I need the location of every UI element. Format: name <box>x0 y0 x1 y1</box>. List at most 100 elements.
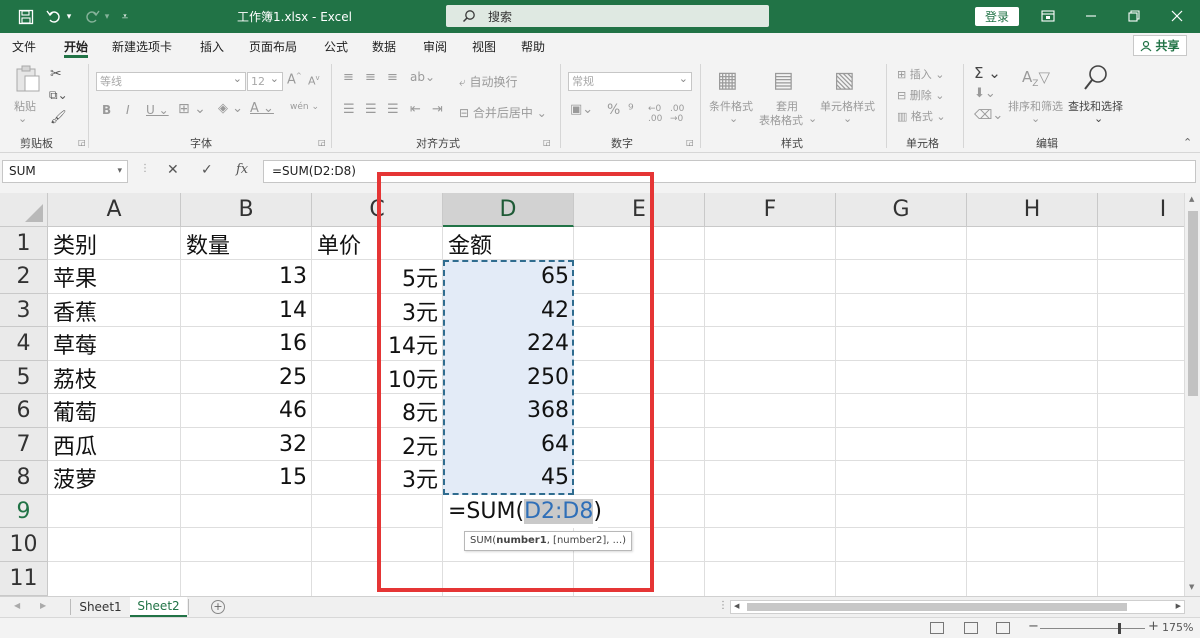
format-as-table-dropdown-icon[interactable]: ⌄ <box>808 112 817 125</box>
zoom-in-icon[interactable]: + <box>1148 619 1159 634</box>
align-middle-icon[interactable]: ≡ <box>365 70 376 85</box>
wrap-text-button[interactable]: ⤶ 自动换行 <box>459 73 518 90</box>
row-header-9[interactable]: 9 <box>0 495 48 528</box>
column-header-g[interactable]: G <box>836 193 967 227</box>
cell-a5[interactable]: 荔枝 <box>48 361 181 394</box>
select-all-button[interactable] <box>0 193 48 227</box>
tab-split-handle-icon[interactable]: ⋮ <box>718 600 728 611</box>
tab-view[interactable]: 视图 <box>472 38 496 55</box>
cell-styles-icon[interactable]: ▧ <box>834 68 855 93</box>
cell-a7[interactable]: 西瓜 <box>48 428 181 461</box>
shrink-font-icon[interactable]: Av <box>308 74 320 88</box>
phonetic-icon[interactable]: wén ⌄ <box>290 102 319 112</box>
conditional-formatting-dropdown-icon[interactable]: ⌄ <box>729 112 738 125</box>
cell-b4[interactable]: 16 <box>181 327 312 360</box>
tab-insert[interactable]: 插入 <box>200 38 224 55</box>
insert-function-icon[interactable]: fx <box>236 162 248 177</box>
ribbon-display-icon[interactable] <box>1033 5 1063 27</box>
cell-a4[interactable]: 草莓 <box>48 327 181 360</box>
decrease-indent-icon[interactable]: ⇤ <box>410 102 421 117</box>
find-select-icon[interactable] <box>1083 64 1109 95</box>
sort-filter-dropdown-icon[interactable]: ⌄ <box>1031 112 1040 125</box>
collapse-ribbon-icon[interactable]: ⌃ <box>1183 136 1192 149</box>
delete-cells-button[interactable]: ⊟ 删除 ⌄ <box>897 87 944 103</box>
column-header-i[interactable]: I <box>1098 193 1184 227</box>
cell-b1[interactable]: 数量 <box>181 227 312 260</box>
fill-color-icon[interactable]: ◈ ⌄ <box>218 101 243 116</box>
cut-icon[interactable]: ✂ <box>50 66 62 82</box>
row-header-10[interactable]: 10 <box>0 528 48 562</box>
align-center-icon[interactable]: ☰ <box>365 102 377 117</box>
cell-b7[interactable]: 32 <box>181 428 312 461</box>
format-cells-button[interactable]: ▥ 格式 ⌄ <box>897 108 946 124</box>
add-sheet-icon[interactable]: + <box>211 600 225 614</box>
cell-styles-dropdown-icon[interactable]: ⌄ <box>843 112 852 125</box>
copy-icon[interactable]: ⧉⌄ <box>49 88 68 103</box>
alignment-launcher-icon[interactable]: ◲ <box>543 138 551 147</box>
row-header-5[interactable]: 5 <box>0 361 48 394</box>
underline-icon[interactable]: U ⌄ <box>146 103 169 117</box>
scroll-left-icon[interactable]: ◀ <box>734 602 739 610</box>
prev-sheet-icon[interactable]: ◀ <box>14 601 20 610</box>
format-painter-icon[interactable]: 🖌 <box>50 110 67 125</box>
row-header-8[interactable]: 8 <box>0 461 48 495</box>
page-layout-view-icon[interactable] <box>964 622 978 634</box>
italic-icon[interactable]: I <box>126 103 130 117</box>
sort-filter-icon[interactable]: AZ▽ <box>1022 68 1050 89</box>
comma-style-icon[interactable]: ⁹ <box>628 102 634 118</box>
redo-dropdown-icon[interactable]: ▾ <box>102 6 112 28</box>
align-right-icon[interactable]: ☰ <box>387 102 399 117</box>
tab-data[interactable]: 数据 <box>372 38 396 55</box>
tab-help[interactable]: 帮助 <box>521 38 545 55</box>
normal-view-icon[interactable] <box>930 622 944 634</box>
search-box[interactable]: 搜索 <box>446 5 769 27</box>
font-launcher-icon[interactable]: ◲ <box>318 138 326 147</box>
increase-indent-icon[interactable]: ⇥ <box>432 102 443 117</box>
merge-center-button[interactable]: ⊟ 合并后居中 ⌄ <box>459 104 547 121</box>
format-as-table-icon[interactable]: ▤ <box>773 68 794 93</box>
cell-b2[interactable]: 13 <box>181 260 312 293</box>
undo-dropdown-icon[interactable]: ▾ <box>64 6 74 28</box>
name-box[interactable]: SUM ▾ <box>2 160 128 183</box>
save-icon[interactable] <box>16 6 36 28</box>
zoom-slider[interactable] <box>1040 628 1145 629</box>
fill-icon[interactable]: ⬇⌄ <box>974 86 996 101</box>
cell-a1[interactable]: 类别 <box>48 227 181 260</box>
column-header-f[interactable]: F <box>705 193 836 227</box>
column-header-a[interactable]: A <box>48 193 181 227</box>
clear-icon[interactable]: ⌫⌄ <box>974 108 1003 123</box>
cell-b6[interactable]: 46 <box>181 394 312 427</box>
cancel-entry-icon[interactable]: ✕ <box>167 162 179 178</box>
undo-icon[interactable] <box>44 6 64 28</box>
cell-b5[interactable]: 25 <box>181 361 312 394</box>
percent-icon[interactable]: % <box>607 102 620 118</box>
row-header-1[interactable]: 1 <box>0 227 48 260</box>
increase-decimal-icon[interactable]: ←0.00 <box>648 104 662 124</box>
cell-b3[interactable]: 14 <box>181 294 312 327</box>
paste-dropdown-icon[interactable]: ⌄ <box>18 112 27 125</box>
conditional-formatting-icon[interactable]: ▦ <box>717 68 738 93</box>
tab-new[interactable]: 新建选项卡 <box>112 38 172 55</box>
scroll-up-icon[interactable]: ▲ <box>1189 195 1194 203</box>
page-break-view-icon[interactable] <box>996 622 1010 634</box>
next-sheet-icon[interactable]: ▶ <box>40 601 46 610</box>
paste-icon[interactable] <box>14 64 42 97</box>
row-header-7[interactable]: 7 <box>0 428 48 461</box>
clipboard-launcher-icon[interactable]: ◲ <box>78 138 86 147</box>
scroll-right-icon[interactable]: ▶ <box>1176 602 1181 610</box>
close-icon[interactable] <box>1162 5 1192 27</box>
zoom-slider-knob[interactable] <box>1118 623 1121 634</box>
row-header-6[interactable]: 6 <box>0 394 48 428</box>
font-name-combo[interactable]: 等线 <box>96 70 246 91</box>
align-left-icon[interactable]: ☰ <box>343 102 355 117</box>
name-box-dropdown-icon[interactable]: ▾ <box>117 161 122 182</box>
autosum-icon[interactable]: Σ ⌄ <box>974 64 1001 82</box>
row-header-11[interactable]: 11 <box>0 562 48 596</box>
horizontal-scroll-thumb[interactable] <box>747 603 1127 611</box>
login-button[interactable]: 登录 <box>975 7 1019 26</box>
tab-formulas[interactable]: 公式 <box>324 38 348 55</box>
decrease-decimal-icon[interactable]: .00 →0 <box>670 104 684 124</box>
zoom-level[interactable]: 175% <box>1162 621 1193 634</box>
tab-home[interactable]: 开始 <box>64 38 88 55</box>
row-header-2[interactable]: 2 <box>0 260 48 294</box>
